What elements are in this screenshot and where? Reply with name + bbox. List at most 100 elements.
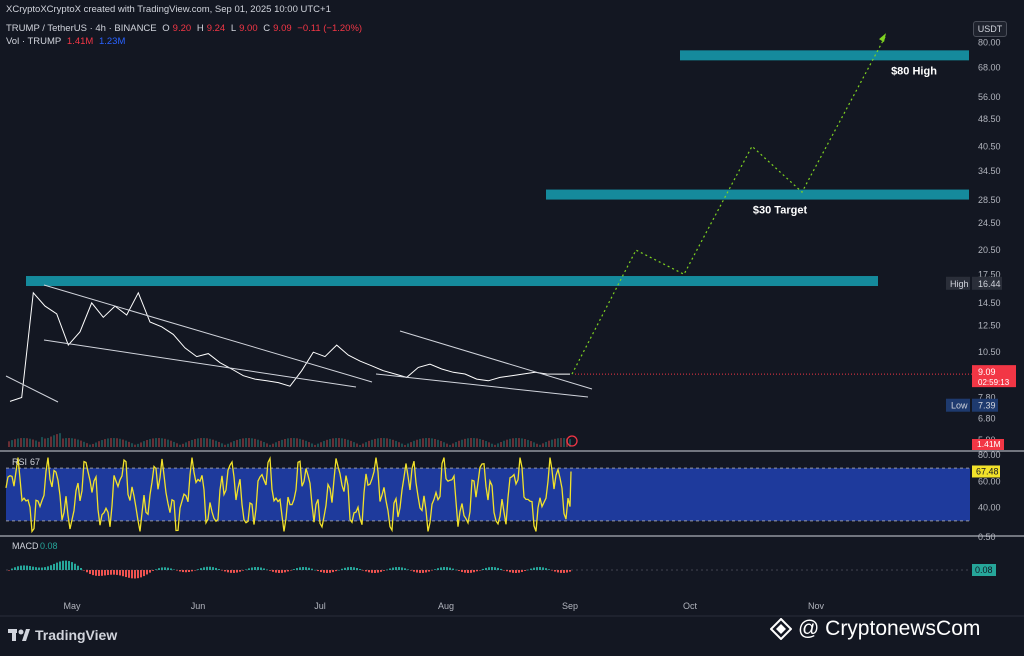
trendline <box>5 375 59 403</box>
trendline <box>399 330 593 390</box>
volume-bar <box>221 443 223 447</box>
volume-bar <box>113 438 115 447</box>
volume-bar <box>116 438 118 447</box>
macd-histogram-bar <box>254 567 256 570</box>
volume-bar <box>23 438 25 447</box>
macd-histogram-bar <box>122 570 124 577</box>
macd-histogram-bar <box>134 570 136 579</box>
volume-bar <box>47 437 49 447</box>
volume-bar <box>386 438 388 447</box>
volume-bar <box>170 440 172 447</box>
volume-bar <box>299 438 301 447</box>
volume-bar <box>152 438 154 447</box>
macd-histogram-bar <box>116 570 118 575</box>
macd-histogram-bar <box>332 570 334 573</box>
volume-bar <box>158 438 160 447</box>
volume-bar <box>554 438 556 447</box>
volume-bar <box>65 438 67 447</box>
volume-bar <box>374 438 376 447</box>
rsi-title: RSI <box>12 457 27 467</box>
macd-histogram-bar <box>500 568 502 570</box>
macd-histogram-bar <box>362 570 364 571</box>
chart-canvas[interactable]: $30 Target $80 High 80.00 68.00 56.00 48.50 4… <box>0 0 1024 656</box>
volume-bar <box>260 440 262 447</box>
macd-histogram-bar <box>212 567 214 570</box>
macd-histogram-bar <box>167 567 169 570</box>
volume-bar <box>38 441 40 447</box>
volume-bar <box>104 439 106 447</box>
volume-bar <box>434 438 436 447</box>
macd-histogram-bar <box>476 570 478 572</box>
macd-histogram-bar <box>452 568 454 570</box>
macd-histogram-bar <box>59 561 61 570</box>
macd-histogram-bar <box>311 568 313 570</box>
volume-bar <box>560 438 562 447</box>
macd-histogram-bar <box>77 565 79 570</box>
macd-histogram-bar <box>35 567 37 570</box>
volume-bar <box>251 438 253 447</box>
time-tick-label: May <box>63 601 81 611</box>
volume-bar <box>521 438 523 447</box>
macd-histogram-bar <box>419 570 421 573</box>
macd-histogram-bar <box>383 570 385 571</box>
macd-histogram-bar <box>356 568 358 570</box>
macd-histogram-bar <box>149 570 151 573</box>
macd-histogram-bar <box>449 567 451 570</box>
volume-bar <box>533 442 535 447</box>
macd-histogram-bar <box>566 570 568 573</box>
macd-histogram-bar <box>227 570 229 573</box>
chart-frame: XCryptoXCryptoX created with TradingView… <box>0 0 1024 656</box>
volume-bar <box>497 443 499 447</box>
volume-bar <box>122 439 124 447</box>
macd-histogram-bar <box>347 567 349 570</box>
macd-histogram-bar <box>407 569 409 570</box>
volume-bar <box>329 438 331 447</box>
macd-histogram-bar <box>314 569 316 571</box>
macd-histogram-bar <box>143 570 145 577</box>
volume-bar <box>209 438 211 447</box>
volume-bar <box>86 443 88 447</box>
volume-bar <box>326 439 328 447</box>
volume-bar <box>332 438 334 447</box>
macd-histogram-bar <box>443 567 445 570</box>
macd-histogram-bar <box>506 570 508 572</box>
volume-bar <box>56 434 58 447</box>
macd-histogram-bar <box>65 560 67 570</box>
volume-bar <box>131 443 133 447</box>
volume-bar <box>119 438 121 447</box>
macd-histogram-bar <box>290 570 292 571</box>
macd-histogram-bar <box>197 569 199 570</box>
macd-histogram-bar <box>341 568 343 570</box>
macd-title-value: 0.08 <box>40 541 58 551</box>
macd-histogram-bar <box>527 569 529 571</box>
price-series <box>5 284 593 447</box>
volume-bar <box>401 443 403 447</box>
price-tick-label: 14.50 <box>978 298 1001 308</box>
volume-bar <box>377 438 379 447</box>
volume-bar <box>92 443 94 447</box>
volume-bar <box>74 438 76 447</box>
volume-badge-value: 1.41M <box>977 439 1001 449</box>
volume-bar <box>371 439 373 447</box>
macd-histogram-bar <box>293 569 295 570</box>
macd-histogram-bar <box>110 570 112 575</box>
macd-histogram-bar <box>41 567 43 570</box>
macd-histogram-bar <box>47 566 49 570</box>
macd-histogram-bar <box>107 570 109 576</box>
volume-bar <box>17 438 19 447</box>
rsi-title-value: 67 <box>30 457 40 467</box>
alert-icon <box>566 435 578 447</box>
volume-bar <box>266 443 268 447</box>
volume-bar <box>464 438 466 447</box>
macd-title: MACD <box>12 541 39 551</box>
cryptonews-watermark: @ CryptonewsCom <box>770 617 980 641</box>
macd-histogram-bar <box>461 570 463 572</box>
time-tick-label: Oct <box>683 601 698 611</box>
macd-histogram-bar <box>20 565 22 570</box>
time-tick-label: Jun <box>191 601 206 611</box>
tradingview-logo[interactable]: TradingView <box>8 627 117 643</box>
volume-bar <box>305 440 307 447</box>
macd-histogram-bar <box>374 570 376 573</box>
macd-histogram-bar <box>353 567 355 570</box>
macd-histogram-bar <box>554 570 556 572</box>
